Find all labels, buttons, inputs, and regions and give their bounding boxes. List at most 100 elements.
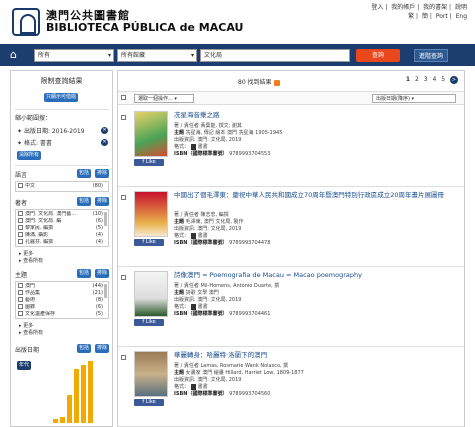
select-all-checkbox[interactable] [121,95,126,100]
lang-port[interactable]: Port [436,13,448,20]
date-bar[interactable] [60,417,65,423]
result-subject: 主題 冼星海, 傳記 繪本 澳門 冼星海 1905-1945 [174,130,283,136]
book-icon [190,383,196,390]
lang-facet-title: 語言 [15,172,28,179]
my-shelf-link[interactable]: 我的書架 [423,4,447,11]
remove-filter-icon[interactable]: ✕ [101,139,108,146]
clear-all-button[interactable]: 清除所有 [17,151,42,160]
home-icon[interactable]: ⌂ [10,49,22,61]
result-item: f Like 冼星海音樂之路著 / 責任者 黃葉能, 撰文; 謝其 主題 冼星海, … [118,107,464,187]
page-link[interactable]: 5 [441,76,445,83]
list-item[interactable]: 澳門. 文化局. 編 (6) [18,218,106,225]
result-isbn: ISBN（國際標準書號） 9789993704461 [174,311,271,317]
library-name-pt: BIBLIOTECA PÚBLICA de MACAU [46,21,244,34]
lang-eng[interactable]: Eng [456,13,467,20]
date-include-button[interactable]: 包括 [77,344,92,353]
author-more-link[interactable]: ▸ 更多 [19,250,33,257]
list-item[interactable]: 圖錄 (6) [18,304,106,311]
scrollbar[interactable] [104,284,107,298]
list-item[interactable]: 黎家民, 編撰 (5) [18,225,106,232]
library-logo-icon[interactable] [12,8,40,36]
next-page-icon[interactable]: > [450,76,458,84]
result-publisher: 出版資訊: 澳門: 文化局, 2019 [174,377,242,383]
facebook-like-button[interactable]: f Like [134,239,164,246]
search-input[interactable]: 文化局 [200,49,350,62]
date-bar[interactable] [74,369,79,423]
result-author: 著 / 責任者 黃葉能, 撰文; 謝其 [174,123,242,129]
lang-trad[interactable]: 繁 [408,13,414,20]
page-link[interactable]: 3 [424,76,428,83]
rss-icon[interactable] [273,79,280,86]
result-publisher: 出版資訊: 澳門: 文化局, 2019 [174,226,242,232]
facet-sidebar: 限制查詢結果 只顯示可借閱 縮小範圍搜： ✦ 出版日期: 2016-2019 ✕… [10,70,113,427]
remove-filter-icon[interactable]: ✕ [101,127,108,134]
result-isbn: ISBN（國際標準書號） 9789993704478 [174,240,271,246]
result-checkbox[interactable] [121,195,126,200]
result-subject: 主題 女畫家 澳門 繪畫 Hillard, Harriet Low, 1809-… [174,370,304,376]
author-exclude-button[interactable]: 排除 [95,197,110,206]
narrowed-title: 縮小範圍搜： [15,115,52,122]
subject-more-link[interactable]: ▸ 更多 [19,322,33,329]
author-include-button[interactable]: 包括 [77,197,92,206]
date-bar[interactable] [53,419,58,423]
result-title[interactable]: 中國出了個毛澤東：慶祝中華人民共和國成立70周年暨澳門特別行政區成立20周年畫片… [174,191,454,199]
list-item[interactable]: 孔麗芬, 編撰 (4) [18,239,106,246]
scope-select[interactable]: 所有 ▾ [34,49,114,62]
divider [15,165,109,166]
subject-facet-list: 澳門 (44) 作品集 (21) 藝術 (8) 圖錄 (6) 文化遺產保存 (5) [15,281,109,319]
list-item[interactable]: 中文 (80) [18,183,106,190]
book-cover[interactable] [134,111,168,157]
list-item[interactable]: 澳門. 文化局. 澳門藝... (10) [18,211,106,218]
lang-simp[interactable]: 簡 [422,13,428,20]
result-title[interactable]: 詩像澳門 = Poemografia de Macau = Macao poem… [174,271,454,279]
top-links: 登入 | 我的帳戶 | 我的書架 | 說明 繁 | 簡 | Port | Eng [371,4,467,20]
subject-exclude-button[interactable]: 排除 [95,269,110,278]
available-only-button[interactable]: 只顯示可借閱 [44,93,79,102]
list-item[interactable]: 陳滿, 攝影 (4) [18,232,106,239]
result-checkbox[interactable] [121,275,126,280]
book-cover[interactable] [134,271,168,317]
date-bar[interactable] [67,395,72,423]
result-isbn: ISBN（國際標準書號） 9789993704553 [174,151,271,157]
login-link[interactable]: 登入 [371,4,383,11]
result-publisher: 出版資訊: 澳門: 文化局, 2019 [174,297,242,303]
help-link[interactable]: 說明 [455,4,467,11]
book-cover[interactable] [134,351,168,397]
result-title[interactable]: 華麗轉身：哈麗特·洛蘭下的澳門 [174,351,454,359]
result-title[interactable]: 冼星海音樂之路 [174,111,454,119]
facebook-like-button[interactable]: f Like [134,399,164,406]
sidebar-title: 限制查詢結果 [40,77,83,85]
date-bar[interactable] [88,361,93,423]
location-select[interactable]: 所有館藏 ▾ [117,49,197,62]
list-item[interactable]: 作品集 (21) [18,290,106,297]
result-checkbox[interactable] [121,355,126,360]
author-all-link[interactable]: ▸ 查看所有 [19,257,43,264]
result-count: 80 找到結果 [238,77,280,86]
search-button[interactable]: 查詢 [356,49,400,62]
advanced-search-button[interactable]: 進階查詢 [414,49,449,62]
subject-all-link[interactable]: ▸ 查看所有 [19,329,43,336]
list-item[interactable]: 文化遺產保存 (5) [18,311,106,318]
facebook-like-button[interactable]: f Like [134,159,164,166]
lang-exclude-button[interactable]: 排除 [95,169,110,178]
list-item[interactable]: 藝術 (8) [18,297,106,304]
subject-include-button[interactable]: 包括 [77,269,92,278]
book-cover[interactable] [134,191,168,237]
result-format: 格式： 書書 [174,383,208,390]
book-icon [190,143,196,150]
list-item[interactable]: 澳門 (44) [18,283,106,290]
sort-select[interactable]: 出版日期(降序) ▾ [372,94,456,103]
date-bar[interactable] [81,365,86,423]
page-link[interactable]: 4 [433,76,437,83]
page-link[interactable]: 1 [406,76,410,83]
scrollbar[interactable] [104,212,107,226]
my-account-link[interactable]: 我的帳戶 [391,4,415,11]
result-isbn: ISBN（國際標準書號） 9789993704560 [174,391,271,397]
result-checkbox[interactable] [121,115,126,120]
page-link[interactable]: 2 [415,76,419,83]
date-exclude-button[interactable]: 排除 [95,344,110,353]
facebook-like-button[interactable]: f Like [134,319,164,326]
lang-include-button[interactable]: 包括 [77,169,92,178]
author-facet-list: 澳門. 文化局. 澳門藝... (10) 澳門. 文化局. 編 (6) 黎家民, 編… [15,209,109,247]
bulk-action-select[interactable]: 選取一個操作... ▾ [134,94,194,103]
